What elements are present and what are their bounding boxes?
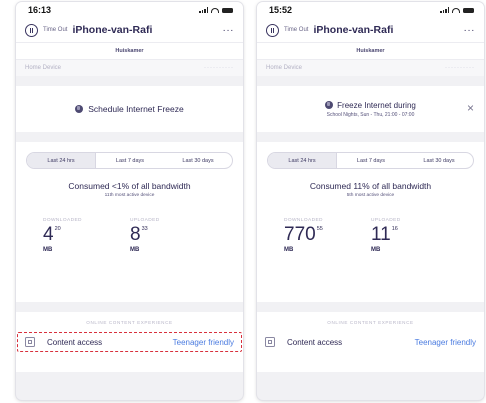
tab-last-30-days[interactable]: Last 30 days — [405, 153, 473, 168]
uploaded-label: UPLOADED — [371, 218, 401, 223]
content-access-value[interactable]: Teenager friendly — [415, 338, 476, 347]
globe-icon — [325, 101, 334, 109]
home-device-value: ·········· — [204, 65, 234, 71]
battery-icon — [463, 7, 474, 13]
home-device-row[interactable]: Home Device ·········· — [257, 59, 484, 76]
uploaded-decimal: 33 — [141, 226, 148, 232]
schedule-internet-freeze-button[interactable]: Schedule Internet Freeze — [16, 86, 243, 132]
content-access-icon — [25, 337, 35, 347]
downloaded-label: DOWNLOADED — [284, 218, 323, 223]
traffic-stats: DOWNLOADED 770 55 MB UPLOADED 11 16 MB — [257, 218, 484, 253]
tab-last-7-days[interactable]: Last 7 days — [96, 153, 164, 168]
pause-icon[interactable] — [266, 23, 279, 37]
close-icon[interactable]: × — [467, 101, 474, 115]
content-access-icon — [265, 337, 275, 347]
bandwidth-consumed: Consumed 11% of all bandwidth — [309, 181, 432, 191]
uploaded-label: UPLOADED — [130, 218, 160, 223]
wifi-icon — [452, 7, 460, 13]
uploaded-unit: MB — [371, 247, 381, 253]
internet-freeze-card[interactable]: Freeze Internet during School Nights, Su… — [257, 86, 484, 132]
globe-icon — [75, 105, 84, 113]
content-access-label: Content access — [287, 337, 343, 347]
timeout-label[interactable]: Time Out — [43, 27, 67, 33]
content-experience-section: ONLINE CONTENT EXPERIENCE Content access… — [257, 312, 484, 372]
uploaded-value: 11 — [371, 224, 391, 245]
battery-icon — [222, 7, 233, 13]
downloaded-label: DOWNLOADED — [43, 218, 82, 223]
freeze-title: Freeze Internet during — [337, 100, 416, 110]
downloaded-unit: MB — [284, 247, 294, 253]
more-options-icon[interactable]: ··· — [223, 25, 235, 36]
home-device-row[interactable]: Home Device ·········· — [16, 59, 243, 76]
room-name: Huiskamer — [356, 48, 385, 54]
downloaded-unit: MB — [43, 247, 53, 253]
usage-card: Last 24 hrs Last 7 days Last 30 days Con… — [257, 142, 484, 302]
app-header: Time Out iPhone-van-Rafi ··· — [257, 18, 484, 42]
downloaded-stat: DOWNLOADED 4 20 MB — [43, 218, 130, 253]
left-phone-screenshot: 16:13 Time Out iPhone-van-Rafi ··· Huisk… — [16, 2, 243, 400]
downloaded-stat: DOWNLOADED 770 55 MB — [284, 218, 371, 253]
room-row[interactable]: Huiskamer — [257, 42, 484, 59]
tab-last-24-hrs[interactable]: Last 24 hrs — [268, 153, 337, 168]
content-access-row[interactable]: Content access Teenager friendly — [257, 332, 484, 352]
home-device-label: Home Device — [266, 65, 303, 71]
right-phone-screenshot: 15:52 Time Out iPhone-van-Rafi ··· Huisk… — [257, 2, 484, 400]
device-name: iPhone-van-Rafi — [313, 24, 394, 36]
signal-icon — [199, 7, 208, 13]
uploaded-unit: MB — [130, 247, 140, 253]
app-header: Time Out iPhone-van-Rafi ··· — [16, 18, 243, 42]
more-options-icon[interactable]: ··· — [464, 25, 476, 36]
period-tabs: Last 24 hrs Last 7 days Last 30 days — [26, 152, 233, 169]
downloaded-value: 770 — [284, 224, 316, 245]
device-rank: 5th most active device — [346, 193, 395, 198]
device-name: iPhone-van-Rafi — [72, 24, 153, 36]
uploaded-stat: UPLOADED 11 16 MB — [371, 218, 458, 253]
uploaded-stat: UPLOADED 8 33 MB — [130, 218, 217, 253]
downloaded-decimal: 55 — [316, 226, 323, 232]
freeze-schedule: School Nights, Sun - Thu, 21:00 - 07:00 — [326, 111, 415, 118]
tab-last-30-days[interactable]: Last 30 days — [164, 153, 232, 168]
device-rank: 11th most active device — [104, 193, 155, 198]
pause-icon[interactable] — [25, 23, 38, 37]
bandwidth-consumed: Consumed <1% of all bandwidth — [68, 181, 191, 191]
home-device-value: ·········· — [445, 65, 475, 71]
downloaded-value: 4 — [43, 224, 54, 245]
status-bar: 15:52 — [257, 2, 484, 18]
schedule-label: Schedule Internet Freeze — [88, 104, 184, 114]
status-bar: 16:13 — [16, 2, 243, 18]
tab-last-7-days[interactable]: Last 7 days — [337, 153, 405, 168]
status-time: 16:13 — [28, 5, 52, 15]
downloaded-decimal: 20 — [54, 226, 61, 232]
room-name: Huiskamer — [115, 48, 144, 54]
content-access-value[interactable]: Teenager friendly — [173, 338, 234, 347]
system-icons — [440, 7, 474, 13]
content-access-label: Content access — [47, 337, 103, 347]
content-experience-heading: ONLINE CONTENT EXPERIENCE — [86, 319, 173, 325]
uploaded-value: 8 — [130, 224, 141, 245]
uploaded-decimal: 16 — [391, 226, 398, 232]
period-tabs: Last 24 hrs Last 7 days Last 30 days — [267, 152, 474, 169]
home-device-label: Home Device — [25, 65, 62, 71]
status-time: 15:52 — [269, 5, 293, 15]
timeout-label[interactable]: Time Out — [284, 27, 308, 33]
system-icons — [199, 7, 233, 13]
content-experience-section: ONLINE CONTENT EXPERIENCE Content access… — [16, 312, 243, 372]
tab-last-24-hrs[interactable]: Last 24 hrs — [27, 153, 96, 168]
content-access-row[interactable]: Content access Teenager friendly — [17, 332, 242, 352]
content-experience-heading: ONLINE CONTENT EXPERIENCE — [327, 319, 414, 325]
room-row[interactable]: Huiskamer — [16, 42, 243, 59]
wifi-icon — [211, 7, 219, 13]
usage-card: Last 24 hrs Last 7 days Last 30 days Con… — [16, 142, 243, 302]
signal-icon — [440, 7, 449, 13]
traffic-stats: DOWNLOADED 4 20 MB UPLOADED 8 33 MB — [16, 218, 243, 253]
